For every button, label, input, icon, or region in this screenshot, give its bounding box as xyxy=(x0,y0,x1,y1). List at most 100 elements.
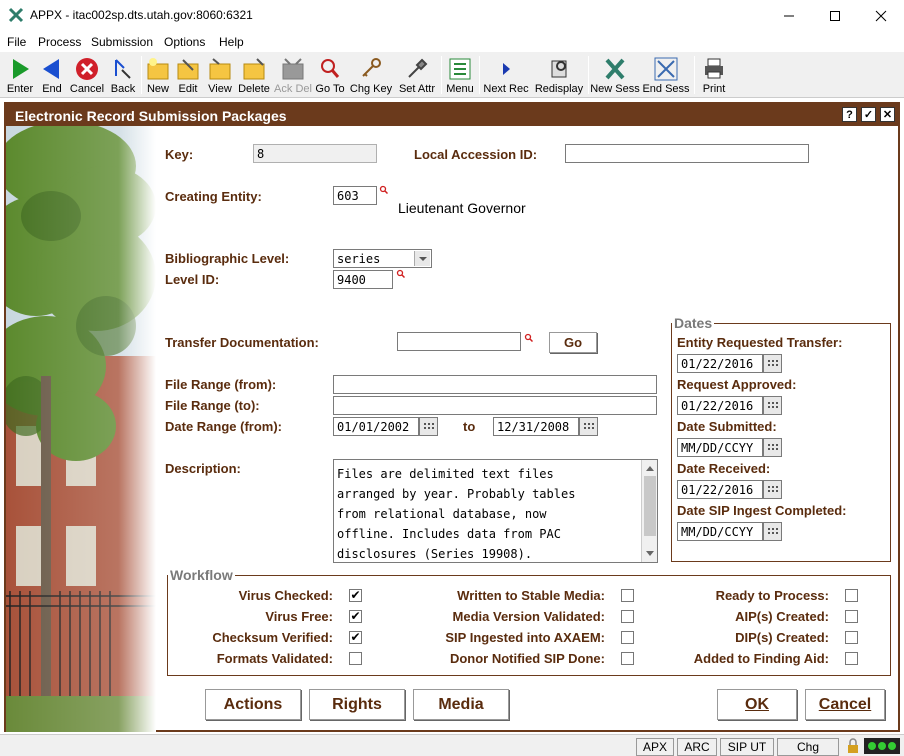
entity-requested-field[interactable]: 01/22/2016 xyxy=(677,354,763,373)
workflow-checkbox[interactable] xyxy=(621,610,634,623)
workflow-label: AIP(s) Created: xyxy=(735,609,829,624)
workflow-checkbox[interactable] xyxy=(621,631,634,644)
ok-button[interactable]: OK xyxy=(717,689,797,720)
creating-entity-label: Creating Entity: xyxy=(165,189,262,204)
menu-options[interactable]: Options xyxy=(164,35,205,49)
date-from-field[interactable]: 01/01/2002 xyxy=(333,417,419,436)
calendar-button[interactable] xyxy=(579,417,598,436)
request-approved-field[interactable]: 01/22/2016 xyxy=(677,396,763,415)
calendar-icon xyxy=(768,402,778,408)
date-to-field[interactable]: 12/31/2008 xyxy=(493,417,579,436)
key-field[interactable]: 8 xyxy=(253,144,377,163)
chg-key-button[interactable]: Chg Key xyxy=(349,54,393,96)
local-accession-field[interactable] xyxy=(565,144,809,163)
new-sess-button[interactable]: New Sess xyxy=(590,54,640,96)
set-attr-button[interactable]: Set Attr xyxy=(396,54,438,96)
cancel-button[interactable]: Cancel xyxy=(805,689,885,720)
workflow-label: Checksum Verified: xyxy=(212,630,333,645)
menu-submission[interactable]: Submission xyxy=(91,35,153,49)
workflow-checkbox[interactable]: ✔ xyxy=(349,610,362,623)
bib-level-dropdown-button[interactable] xyxy=(414,251,430,266)
date-submitted-field[interactable]: MM/DD/CCYY xyxy=(677,438,763,457)
delete-button[interactable]: Delete xyxy=(237,54,271,96)
request-approved-label: Request Approved: xyxy=(677,377,797,392)
new-button[interactable]: New xyxy=(144,54,172,96)
media-button[interactable]: Media xyxy=(413,689,509,720)
workflow-label: Formats Validated: xyxy=(216,651,333,666)
view-button[interactable]: View xyxy=(205,54,235,96)
description-textarea[interactable]: Files are delimited text files arranged … xyxy=(333,459,658,563)
close-window-button[interactable] xyxy=(858,0,904,32)
goto-button[interactable]: Go To xyxy=(314,54,346,96)
workflow-label: Donor Notified SIP Done: xyxy=(449,651,605,666)
creating-entity-field[interactable]: 603 xyxy=(333,186,377,205)
tools-icon xyxy=(408,58,428,78)
workflow-checkbox[interactable] xyxy=(845,610,858,623)
calendar-button[interactable] xyxy=(763,522,782,541)
workflow-checkbox[interactable] xyxy=(621,652,634,665)
calendar-icon xyxy=(768,444,778,450)
rights-button[interactable]: Rights xyxy=(309,689,405,720)
status-sipu: SIP UT xyxy=(720,738,774,756)
calendar-button[interactable] xyxy=(763,354,782,373)
date-received-field[interactable]: 01/22/2016 xyxy=(677,480,763,499)
actions-button[interactable]: Actions xyxy=(205,689,301,720)
calendar-icon xyxy=(584,423,594,429)
local-accession-label: Local Accession ID: xyxy=(414,147,538,162)
close-icon xyxy=(875,10,887,22)
description-scrollbar[interactable] xyxy=(641,460,657,562)
chevron-down-icon xyxy=(419,257,427,261)
bib-level-label: Bibliographic Level: xyxy=(165,251,290,266)
minimize-button[interactable] xyxy=(766,0,812,32)
play-arrow-icon xyxy=(13,59,29,79)
menu-toolbar-button[interactable]: Menu xyxy=(444,54,476,96)
workflow-checkbox[interactable] xyxy=(845,589,858,602)
ack-del-button[interactable]: Ack Del xyxy=(274,54,312,96)
go-button[interactable]: Go xyxy=(549,332,597,353)
ack-delete-icon xyxy=(282,58,304,80)
window-title: APPX - itac002sp.dts.utah.gov:8060:6321 xyxy=(30,8,253,22)
toolbar: Enter End Cancel Back New Edit View Dele… xyxy=(0,52,904,98)
calendar-button[interactable] xyxy=(763,396,782,415)
sip-ingest-field[interactable]: MM/DD/CCYY xyxy=(677,522,763,541)
date-submitted-label: Date Submitted: xyxy=(677,419,777,434)
workflow-checkbox[interactable] xyxy=(349,652,362,665)
level-id-field[interactable]: 9400 xyxy=(333,270,393,289)
enter-button[interactable]: Enter xyxy=(4,54,36,96)
end-sess-button[interactable]: End Sess xyxy=(642,54,690,96)
calendar-button[interactable] xyxy=(763,480,782,499)
workflow-checkbox[interactable]: ✔ xyxy=(349,631,362,644)
help-button[interactable]: ? xyxy=(842,107,857,122)
file-range-to-field[interactable] xyxy=(333,396,657,415)
workflow-checkbox[interactable] xyxy=(845,652,858,665)
workflow-checkbox[interactable]: ✔ xyxy=(349,589,362,602)
workflow-checkbox[interactable] xyxy=(845,631,858,644)
status-apx: APX xyxy=(636,738,674,756)
lookup-icon[interactable] xyxy=(396,269,405,278)
menu-process[interactable]: Process xyxy=(38,35,81,49)
cancel-toolbar-button[interactable]: Cancel xyxy=(68,54,106,96)
sip-ingest-label: Date SIP Ingest Completed: xyxy=(677,503,847,518)
file-range-from-field[interactable] xyxy=(333,375,657,394)
print-button[interactable]: Print xyxy=(698,54,730,96)
end-button[interactable]: End xyxy=(38,54,66,96)
redisplay-button[interactable]: Redisplay xyxy=(533,54,585,96)
key-icon xyxy=(362,58,381,77)
lookup-icon[interactable] xyxy=(379,185,388,194)
maximize-button[interactable] xyxy=(812,0,858,32)
workflow-checkbox[interactable] xyxy=(621,589,634,602)
menu-help[interactable]: Help xyxy=(219,35,244,49)
edit-button[interactable]: Edit xyxy=(174,54,202,96)
next-rec-button[interactable]: Next Rec xyxy=(482,54,530,96)
workflow-label: Virus Checked: xyxy=(238,588,333,603)
form-close-button[interactable]: ✕ xyxy=(880,107,895,122)
menu-file[interactable]: File xyxy=(7,35,26,49)
back-button[interactable]: Back xyxy=(108,54,138,96)
next-arrow-icon xyxy=(503,63,510,75)
transfer-doc-field[interactable] xyxy=(397,332,521,351)
calendar-button[interactable] xyxy=(763,438,782,457)
form-ok-button[interactable]: ✓ xyxy=(861,107,876,122)
connection-indicator-icon xyxy=(864,738,900,754)
lookup-icon[interactable] xyxy=(524,333,533,342)
calendar-button[interactable] xyxy=(419,417,438,436)
